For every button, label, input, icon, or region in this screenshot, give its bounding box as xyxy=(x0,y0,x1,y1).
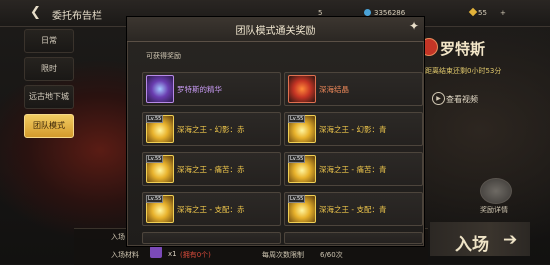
reward-name: 深海结晶 xyxy=(319,85,349,94)
reward-name: 深海之王 - 幻影：赤 xyxy=(177,125,245,134)
level-badge: Lv.55 xyxy=(146,115,164,123)
level-badge: Lv.55 xyxy=(288,155,306,163)
weekly-limit-value: 6/60次 xyxy=(320,251,343,259)
level-badge: Lv.55 xyxy=(146,195,164,203)
purple-orb-icon xyxy=(146,75,174,103)
resource-value-2: 3356286 xyxy=(374,9,406,17)
reward-name: 深海之王 - 痛苦：青 xyxy=(319,165,387,174)
reward-details-label[interactable]: 奖励详情 xyxy=(480,205,508,215)
reward-name: 深海之王 - 支配：赤 xyxy=(177,205,245,214)
resource-value-1: 5 xyxy=(318,9,323,17)
sidebar-item-team-mode[interactable]: 团队模式 xyxy=(24,114,74,138)
reward-name: 罗特斯的精华 xyxy=(177,85,222,94)
page-title: 委托布告栏 xyxy=(52,11,102,22)
reward-name: 深海之王 - 幻影：青 xyxy=(319,125,387,134)
enter-label[interactable]: 入场 xyxy=(455,230,489,255)
red-crystal-icon xyxy=(288,75,316,103)
add-resource-button[interactable]: + xyxy=(500,9,506,17)
play-icon[interactable]: ▶ xyxy=(432,92,445,105)
entry-label: 入场 xyxy=(111,233,125,241)
level-badge: Lv.55 xyxy=(288,115,306,123)
level-badge: Lv.55 xyxy=(146,155,164,163)
resource-value-3: 55 xyxy=(478,9,487,17)
ticket-item-icon xyxy=(150,246,162,258)
level-badge: Lv.55 xyxy=(288,195,306,203)
reward-chest-icon[interactable] xyxy=(480,178,512,204)
weekly-limit-label: 每周次数限制 xyxy=(262,251,304,259)
reward-name: 深海之王 - 支配：青 xyxy=(319,205,387,214)
close-icon[interactable]: ✦ xyxy=(409,19,419,33)
reward-name: 深海之王 - 痛苦：赤 xyxy=(177,165,245,174)
ticket-owned: (拥有0个) xyxy=(180,251,211,259)
view-video-button[interactable]: 查看视频 xyxy=(446,94,478,105)
sidebar-item-limited[interactable]: 限时 xyxy=(24,57,74,81)
sidebar-item-ancient-dungeon[interactable]: 远古地下城 xyxy=(24,85,74,109)
reward-card-partial[interactable] xyxy=(142,232,281,244)
modal-title: 团队模式通关奖励 xyxy=(235,26,316,37)
ticket-count: x1 xyxy=(168,250,177,258)
enter-arrow-icon[interactable]: ➔ xyxy=(503,230,517,250)
gem-icon xyxy=(364,9,371,16)
entry-material-label: 入场材料 xyxy=(111,251,139,259)
section-label: 可获得奖励 xyxy=(146,52,181,60)
back-arrow-icon[interactable]: ❮ xyxy=(30,5,41,20)
boss-timer: 距离结束还剩0小时53分 xyxy=(425,67,502,75)
sidebar-item-daily[interactable]: 日常 xyxy=(24,29,74,53)
reward-card-partial[interactable] xyxy=(284,232,423,244)
boss-name: 罗特斯 xyxy=(440,40,486,58)
